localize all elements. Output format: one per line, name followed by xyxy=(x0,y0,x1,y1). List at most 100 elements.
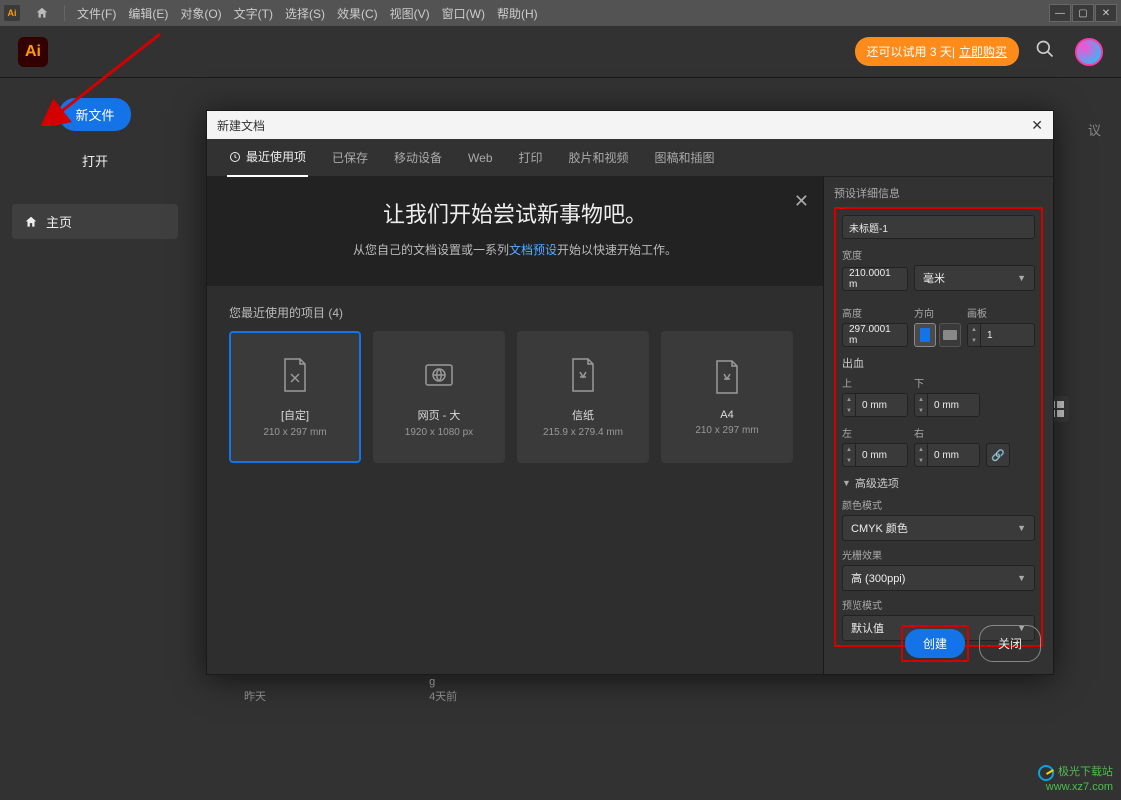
bleed-bottom-input[interactable]: ▲▼0 mm xyxy=(914,393,980,417)
app-icon-small: Ai xyxy=(4,5,20,21)
preset-letter[interactable]: 信纸 215.9 x 279.4 mm xyxy=(517,331,649,463)
menu-select[interactable]: 选择(S) xyxy=(279,5,331,22)
unit-dropdown[interactable]: 毫米 ▼ xyxy=(914,265,1035,291)
bleed-top-label: 上 xyxy=(842,375,908,390)
preset-name: 信纸 xyxy=(572,407,594,423)
menu-edit[interactable]: 编辑(E) xyxy=(122,5,174,22)
bg-hint-text: 议 xyxy=(1088,120,1101,139)
preset-size: 1920 x 1080 px xyxy=(405,427,473,438)
preset-web-large[interactable]: 网页 - 大 1920 x 1080 px xyxy=(373,331,505,463)
preset-name: 网页 - 大 xyxy=(418,407,461,423)
doc-preset-link[interactable]: 文档预设 xyxy=(509,243,557,257)
hero-title: 让我们开始尝试新事物吧。 xyxy=(247,197,783,229)
open-button[interactable]: 打开 xyxy=(66,145,124,176)
sidebar-item-home[interactable]: 主页 xyxy=(12,204,178,239)
color-mode-dropdown[interactable]: CMYK 颜色 ▼ xyxy=(842,515,1035,541)
menu-view[interactable]: 视图(V) xyxy=(384,5,436,22)
hero-close-icon[interactable]: ✕ xyxy=(794,191,809,212)
tab-film[interactable]: 胶片和视频 xyxy=(567,139,631,176)
orientation-toggle xyxy=(914,323,961,347)
custom-doc-icon xyxy=(277,357,313,393)
width-label: 宽度 xyxy=(842,247,1035,262)
watermark-name: 极光下载站 xyxy=(1058,766,1113,779)
preset-name: A4 xyxy=(720,409,733,421)
bg-recent-text: 昨天 g 4天前 xyxy=(244,676,457,704)
height-label: 高度 xyxy=(842,305,908,320)
close-window-button[interactable]: ✕ xyxy=(1095,4,1117,22)
orientation-label: 方向 xyxy=(914,305,961,320)
dialog-body: ✕ 让我们开始尝试新事物吧。 从您自己的文档设置或一系列文档预设开始以快速开始工… xyxy=(207,177,1053,674)
artboard-input[interactable]: 1 xyxy=(981,323,1035,347)
orientation-landscape[interactable] xyxy=(939,323,961,347)
tab-web[interactable]: Web xyxy=(466,141,494,175)
minimize-button[interactable]: — xyxy=(1049,4,1071,22)
preset-custom[interactable]: [自定] 210 x 297 mm xyxy=(229,331,361,463)
raster-dropdown[interactable]: 高 (300ppi) ▼ xyxy=(842,565,1035,591)
new-document-dialog: 新建文档 ✕ 最近使用项 已保存 移动设备 Web 打印 胶片和视频 图稿和插图… xyxy=(206,110,1054,675)
ai-logo: Ai xyxy=(18,37,48,67)
chevron-down-icon: ▼ xyxy=(1017,523,1026,533)
height-input[interactable]: 297.0001 m xyxy=(842,323,908,347)
dialog-footer: 创建 关闭 xyxy=(901,625,1041,662)
orientation-portrait[interactable] xyxy=(914,323,936,347)
buy-now-link[interactable]: 立即购买 xyxy=(959,43,1007,60)
web-icon xyxy=(421,357,457,393)
bleed-top-input[interactable]: ▲▼0 mm xyxy=(842,393,908,417)
maximize-button[interactable]: ▢ xyxy=(1072,4,1094,22)
dialog-close-x[interactable]: ✕ xyxy=(1031,117,1043,134)
home-icon-small[interactable] xyxy=(32,3,52,23)
menu-file[interactable]: 文件(F) xyxy=(71,5,122,22)
menu-type[interactable]: 文字(T) xyxy=(228,5,279,22)
bg-text-1: 昨天 xyxy=(244,691,266,703)
annotation-create-highlight: 创建 xyxy=(901,625,969,662)
tab-saved[interactable]: 已保存 xyxy=(330,139,370,176)
artboard-stepper[interactable]: ▲▼ 1 xyxy=(967,323,1035,347)
new-file-button[interactable]: 新文件 xyxy=(59,98,130,131)
tab-print[interactable]: 打印 xyxy=(517,139,545,176)
preset-a4[interactable]: A4 210 x 297 mm xyxy=(661,331,793,463)
close-button[interactable]: 关闭 xyxy=(979,625,1041,662)
dialog-titlebar: 新建文档 ✕ xyxy=(207,111,1053,139)
menu-effect[interactable]: 效果(C) xyxy=(331,5,384,22)
preset-name: [自定] xyxy=(281,407,309,423)
bleed-right-label: 右 xyxy=(914,425,980,440)
preview-value: 默认值 xyxy=(851,620,884,636)
document-name-input[interactable]: 未标题-1 xyxy=(842,215,1035,239)
width-input[interactable]: 210.0001 m xyxy=(842,267,908,291)
trial-sep: | xyxy=(952,45,955,59)
create-button[interactable]: 创建 xyxy=(905,629,965,658)
trial-text: 还可以试用 3 天 xyxy=(867,43,952,60)
bleed-left-label: 左 xyxy=(842,425,908,440)
raster-label: 光栅效果 xyxy=(842,547,1035,562)
menu-help[interactable]: 帮助(H) xyxy=(491,5,544,22)
hero-text-2: 开始以快速开始工作。 xyxy=(557,243,677,257)
chevron-down-icon: ▼ xyxy=(842,478,851,488)
trial-banner[interactable]: 还可以试用 3 天 | 立即购买 xyxy=(855,37,1019,66)
home-label: 主页 xyxy=(46,212,72,231)
preset-size: 210 x 297 mm xyxy=(263,427,326,438)
tab-recent[interactable]: 最近使用项 xyxy=(227,138,308,177)
user-avatar[interactable] xyxy=(1075,38,1103,66)
watermark-logo-icon xyxy=(1038,765,1054,781)
app-bar: Ai 还可以试用 3 天 | 立即购买 xyxy=(0,26,1121,78)
hero-banner: ✕ 让我们开始尝试新事物吧。 从您自己的文档设置或一系列文档预设开始以快速开始工… xyxy=(207,177,823,286)
hero-text-1: 从您自己的文档设置或一系列 xyxy=(353,243,509,257)
tab-mobile[interactable]: 移动设备 xyxy=(392,139,444,176)
dialog-right-pane: 预设详细信息 未标题-1 宽度 210.0001 m 毫米 ▼ 高度 xyxy=(823,177,1053,674)
window-titlebar: Ai 文件(F) 编辑(E) 对象(O) 文字(T) 选择(S) 效果(C) 视… xyxy=(0,0,1121,26)
search-icon[interactable] xyxy=(1035,39,1055,64)
raster-value: 高 (300ppi) xyxy=(851,570,905,586)
bleed-right-input[interactable]: ▲▼0 mm xyxy=(914,443,980,467)
recent-items-label: 您最近使用的项目 (4) xyxy=(207,286,823,331)
menu-bar: 文件(F) 编辑(E) 对象(O) 文字(T) 选择(S) 效果(C) 视图(V… xyxy=(71,5,544,22)
chevron-down-icon: ▼ xyxy=(1017,573,1026,583)
bleed-left-input[interactable]: ▲▼0 mm xyxy=(842,443,908,467)
menu-window[interactable]: 窗口(W) xyxy=(436,5,491,22)
print-icon xyxy=(565,357,601,393)
annotation-red-box: 未标题-1 宽度 210.0001 m 毫米 ▼ 高度 297.0001 m xyxy=(834,207,1043,647)
link-bleed-icon[interactable]: 🔗 xyxy=(986,443,1010,467)
clock-icon xyxy=(229,151,241,163)
tab-art[interactable]: 图稿和插图 xyxy=(653,139,717,176)
menu-object[interactable]: 对象(O) xyxy=(174,5,227,22)
advanced-toggle[interactable]: ▼ 高级选项 xyxy=(842,475,1035,491)
